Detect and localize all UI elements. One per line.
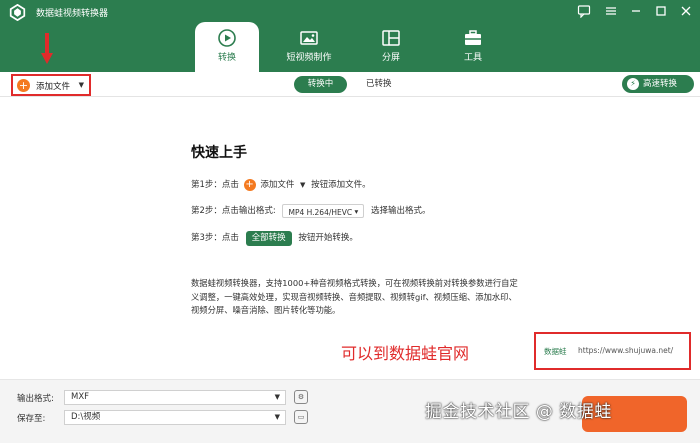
guide-step-3: 第3步：点击 全部转换 按钮开始转换。 [191, 230, 358, 246]
tab-tools[interactable]: 工具 [441, 22, 505, 72]
chevron-down-icon: ▼ [274, 393, 280, 401]
watermark-text: 掘金技术社区 @ 数据蛙 [425, 402, 612, 422]
website-url[interactable]: https://www.shujuwa.net/ [578, 346, 673, 355]
step3-prefix: 第3步：点击 [191, 233, 239, 243]
close-icon[interactable] [679, 4, 693, 18]
chevron-down-icon: ▼ [300, 181, 306, 189]
menu-icon[interactable] [604, 4, 618, 18]
fast-convert-button[interactable]: ⚡ 高速转换 [622, 75, 694, 93]
tab-convert[interactable]: 转换 [195, 22, 259, 72]
add-icon: + [17, 79, 30, 92]
chevron-down-icon: ▼ [274, 413, 280, 421]
tab-video-maker-label: 短视频制作 [286, 53, 332, 63]
guide-title: 快速上手 [191, 145, 247, 161]
format-settings-icon[interactable]: ⚙ [294, 390, 308, 404]
app-title: 数据蛙视频转换器 [36, 9, 109, 19]
tab-video-maker[interactable]: 短视频制作 [277, 22, 341, 72]
save-to-label: 保存至: [17, 414, 46, 424]
annotation-text: 可以到数据蛙官网 [341, 344, 470, 363]
guide-step-1: 第1步：点击 + 添加文件 ▼ 按钮添加文件。 [191, 177, 371, 193]
step3-suffix: 按钮开始转换。 [298, 233, 358, 243]
sub-toolbar: + 添加文件 ▼ 转换中 已转换 ⚡ 高速转换 [0, 72, 700, 97]
step2-prefix: 第2步：点击输出格式: [191, 206, 276, 216]
add-file-button[interactable]: + 添加文件 ▼ [11, 74, 91, 96]
tab-split-screen-label: 分屏 [381, 53, 400, 63]
video-maker-icon [300, 31, 318, 45]
feedback-icon[interactable] [577, 4, 591, 19]
save-path-select[interactable]: D:\视频 ▼ [64, 410, 286, 425]
split-screen-icon [382, 30, 400, 46]
folder-icon[interactable]: ▭ [294, 410, 308, 424]
step2-suffix: 选择输出格式。 [370, 206, 431, 216]
title-bar: 数据蛙视频转换器 转换 短视频制作 分屏 工具 [0, 0, 700, 72]
tab-converting[interactable]: 转换中 [294, 76, 347, 93]
format-select-sample: MP4 H.264/HEVC ▾ [282, 204, 365, 218]
tab-split-screen[interactable]: 分屏 [359, 22, 423, 72]
lightning-icon: ⚡ [627, 78, 639, 90]
website-annotation-box: 数据蛙 https://www.shujuwa.net/ [534, 332, 691, 370]
step1-suffix: 按钮添加文件。 [311, 180, 371, 190]
output-format-select[interactable]: MXF ▼ [64, 390, 286, 405]
guide-step-2: 第2步：点击输出格式: MP4 H.264/HEVC ▾ 选择输出格式。 [191, 203, 431, 219]
step1-prefix: 第1步：点击 [191, 180, 239, 190]
step1-button-label: 添加文件 [260, 180, 295, 190]
minimize-icon[interactable] [629, 4, 643, 18]
fast-convert-label: 高速转换 [643, 79, 678, 89]
app-description: 数据蛙视频转换器，支持1000+种音视频格式转换，可在视频转换前对转换参数进行自… [191, 278, 518, 315]
convert-all-sample: 全部转换 [245, 230, 292, 246]
toolbox-icon [465, 30, 481, 45]
maximize-icon[interactable] [654, 4, 668, 18]
output-format-label: 输出格式: [17, 394, 54, 404]
tab-tools-label: 工具 [463, 53, 482, 63]
tab-converted[interactable]: 已转换 [366, 76, 392, 93]
add-file-label: 添加文件 [36, 82, 71, 92]
red-arrow-icon [41, 33, 53, 64]
add-icon: + [243, 179, 256, 191]
tab-convert-label: 转换 [217, 53, 236, 63]
convert-icon [218, 29, 236, 47]
chevron-down-icon[interactable]: ▼ [79, 81, 84, 89]
app-logo-icon [9, 4, 26, 21]
brand-name: 数据蛙 [544, 347, 567, 356]
